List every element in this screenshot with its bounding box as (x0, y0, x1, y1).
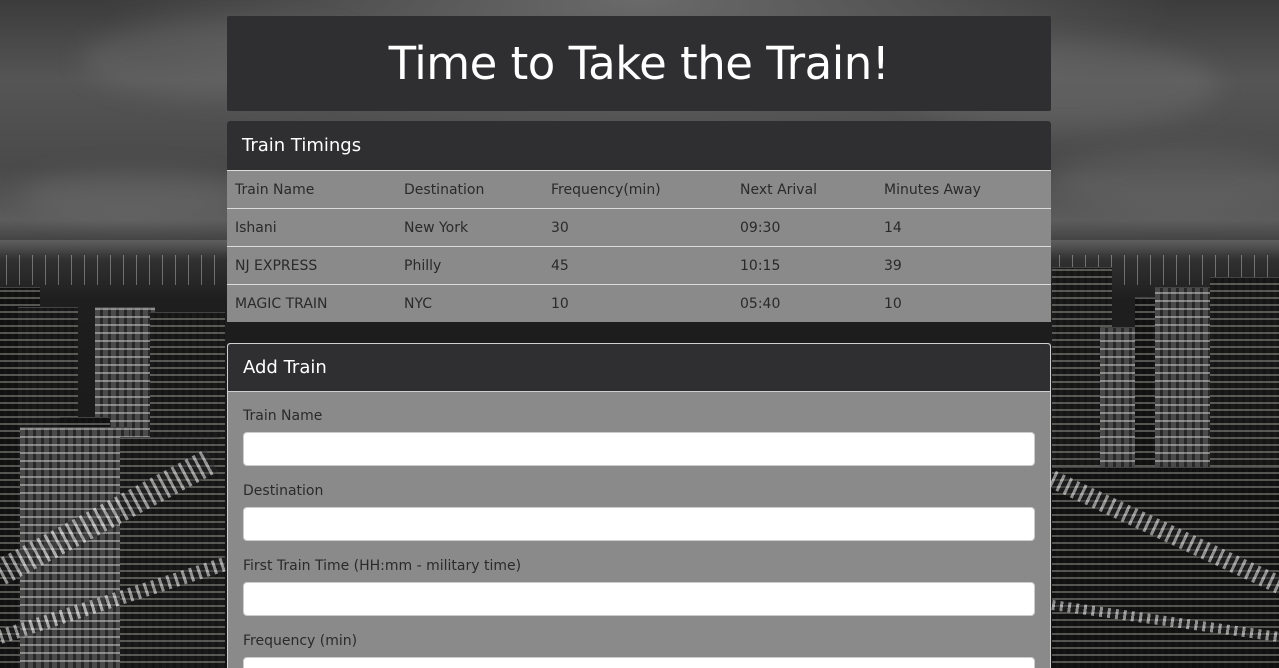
cell-next-arrival: 10:15 (732, 246, 876, 285)
first-train-time-group: First Train Time (HH:mm - military time) (243, 558, 1035, 616)
cell-train-name: MAGIC TRAIN (227, 284, 396, 322)
destination-label: Destination (243, 483, 324, 499)
column-header-next-arrival: Next Arival (732, 170, 876, 209)
page-header: Time to Take the Train! (227, 16, 1051, 111)
cell-frequency: 45 (543, 246, 732, 285)
train-timings-heading: Train Timings (227, 121, 1051, 170)
table-row: MAGIC TRAIN NYC 10 05:40 10 (227, 284, 1051, 322)
cell-destination: Philly (396, 246, 543, 285)
column-header-frequency: Frequency(min) (543, 170, 732, 209)
cell-train-name: Ishani (227, 208, 396, 247)
train-name-group: Train Name (243, 408, 1035, 466)
cell-minutes-away: 14 (876, 208, 1051, 247)
frequency-group: Frequency (min) (243, 633, 1035, 668)
cell-destination: NYC (396, 284, 543, 322)
column-header-destination: Destination (396, 170, 543, 209)
frequency-label: Frequency (min) (243, 633, 358, 649)
cell-minutes-away: 39 (876, 246, 1051, 285)
add-train-heading: Add Train (228, 344, 1050, 392)
first-train-time-input[interactable] (243, 582, 1035, 616)
frequency-input[interactable] (243, 657, 1035, 668)
destination-group: Destination (243, 483, 1035, 541)
table-header-row: Train Name Destination Frequency(min) Ne… (227, 170, 1051, 209)
train-name-label: Train Name (243, 408, 323, 424)
page-title: Time to Take the Train! (388, 37, 890, 90)
column-header-minutes-away: Minutes Away (876, 170, 1051, 209)
cell-train-name: NJ EXPRESS (227, 246, 396, 285)
cell-frequency: 30 (543, 208, 732, 247)
cell-next-arrival: 09:30 (732, 208, 876, 247)
cell-next-arrival: 05:40 (732, 284, 876, 322)
cell-destination: New York (396, 208, 543, 247)
cell-minutes-away: 10 (876, 284, 1051, 322)
destination-input[interactable] (243, 507, 1035, 541)
add-train-form: Train Name Destination First Train Time … (228, 392, 1050, 668)
table-row: NJ EXPRESS Philly 45 10:15 39 (227, 246, 1051, 285)
cell-frequency: 10 (543, 284, 732, 322)
train-timings-panel: Train Timings Train Name Destination Fre… (227, 121, 1051, 322)
table-row: Ishani New York 30 09:30 14 (227, 208, 1051, 247)
column-header-train-name: Train Name (227, 170, 396, 209)
main-container: Time to Take the Train! Train Timings Tr… (227, 16, 1051, 668)
train-name-input[interactable] (243, 432, 1035, 466)
train-timings-table: Train Name Destination Frequency(min) Ne… (227, 170, 1051, 322)
first-train-time-label: First Train Time (HH:mm - military time) (243, 558, 522, 574)
add-train-panel: Add Train Train Name Destination First T… (227, 343, 1051, 668)
